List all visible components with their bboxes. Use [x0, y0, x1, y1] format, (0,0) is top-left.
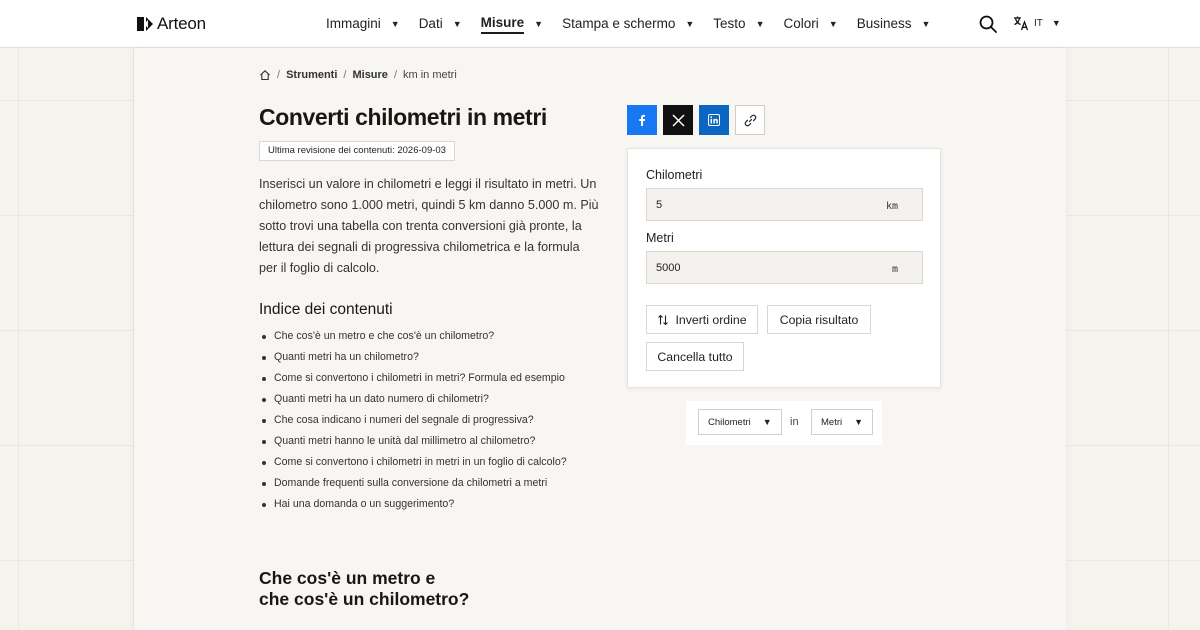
meters-input[interactable]: [647, 252, 877, 283]
to-unit-value: Metri: [821, 416, 843, 428]
nav-label: Dati: [418, 15, 443, 31]
share-facebook-button[interactable]: [627, 105, 657, 135]
kilometers-field: km: [646, 188, 923, 221]
toc-link[interactable]: Domande frequenti sulla conversione da c…: [259, 475, 567, 496]
nav-item-colori[interactable]: Colori ▼: [784, 16, 838, 33]
unit-selector: Chilometri ▼ in Metri ▼: [686, 401, 882, 445]
brand-logo[interactable]: Arteon: [137, 14, 206, 34]
swap-order-label: Inverti ordine: [675, 312, 747, 327]
breadcrumb-separator: /: [393, 69, 397, 81]
nav-label: Misure: [480, 15, 525, 34]
brand-name: Arteon: [157, 14, 206, 33]
nav-item-immagini[interactable]: Immagini ▼: [326, 16, 400, 33]
from-unit-value: Chilometri: [708, 416, 751, 428]
chevron-down-icon: ▼: [921, 19, 931, 29]
section-title-line: che cos'è un chilometro?: [259, 589, 470, 609]
nav-item-testo[interactable]: Testo ▼: [713, 16, 764, 33]
from-unit-select[interactable]: Chilometri ▼: [698, 409, 782, 435]
nav-label: Business: [856, 15, 912, 31]
search-icon[interactable]: [979, 15, 997, 33]
page-title: Converti chilometri in metri: [259, 104, 547, 130]
toc-link[interactable]: Come si convertono i chilometri in metri…: [259, 454, 567, 475]
chevron-down-icon: ▼: [828, 19, 838, 29]
toc-link[interactable]: Che cosa indicano i numeri del segnale d…: [259, 412, 567, 433]
chevron-down-icon: ▼: [1051, 18, 1061, 28]
breadcrumb-item-strumenti[interactable]: Strumenti: [286, 69, 337, 81]
chevron-down-icon: ▼: [685, 19, 695, 29]
section-title-line: Che cos'è un metro e: [259, 568, 436, 588]
chevron-down-icon: ▼: [534, 19, 544, 29]
toc-link[interactable]: Quanti metri ha un dato numero di chilom…: [259, 391, 567, 412]
toc-link[interactable]: Come si convertono i chilometri in metri…: [259, 370, 567, 391]
to-unit-select[interactable]: Metri ▼: [811, 409, 874, 435]
breadcrumb-separator: /: [277, 69, 281, 81]
site-header: Arteon Immagini ▼ Dati ▼ Misure ▼ Stampa…: [0, 0, 1200, 48]
copy-result-button[interactable]: Copia risultato: [767, 305, 871, 334]
toc-link[interactable]: Quanti metri hanno le unità dal millimet…: [259, 433, 567, 454]
toc-link[interactable]: Hai una domanda o un suggerimento?: [259, 496, 567, 517]
revision-badge: Ultima revisione dei contenuti: 2026-09-…: [259, 141, 455, 161]
nav-item-stampa-e-schermo[interactable]: Stampa e schermo ▼: [562, 16, 694, 33]
chevron-down-icon: ▼: [390, 19, 400, 29]
language-selector[interactable]: IT ▼: [1013, 15, 1061, 31]
nav-label: Stampa e schermo: [562, 15, 676, 31]
nav-label: Colori: [783, 15, 819, 31]
clear-all-button[interactable]: Cancella tutto: [646, 342, 744, 371]
translate-icon: [1014, 16, 1029, 31]
toc-link[interactable]: Che cos'è un metro e che cos'è un chilom…: [259, 328, 567, 349]
swap-order-button[interactable]: Inverti ordine: [646, 305, 758, 334]
to-field-label: Metri: [646, 231, 674, 245]
toc-title: Indice dei contenuti: [259, 301, 393, 318]
from-field-label: Chilometri: [646, 168, 703, 182]
intro-text: Inserisci un valore in chilometri e legg…: [259, 177, 599, 275]
nav-item-misure[interactable]: Misure ▼: [480, 15, 544, 34]
linkedin-icon: [708, 114, 720, 126]
nav-label: Immagini: [326, 15, 381, 31]
copy-link-button[interactable]: [735, 105, 765, 135]
main-nav: Immagini ▼ Dati ▼ Misure ▼ Stampa e sche…: [326, 0, 949, 48]
breadcrumb: / Strumenti / Misure / km in metri: [259, 69, 457, 81]
breadcrumb-current: km in metri: [403, 69, 457, 81]
link-icon: [744, 114, 756, 126]
nav-label: Testo: [713, 15, 746, 31]
logo-mark-icon: [137, 17, 153, 31]
kilometers-input[interactable]: [647, 189, 877, 220]
nav-item-business[interactable]: Business ▼: [857, 16, 931, 33]
meters-field: m: [646, 251, 923, 284]
unit-connector: in: [790, 416, 799, 428]
chevron-down-icon: ▼: [762, 417, 772, 427]
toc-link[interactable]: Quanti metri ha un chilometro?: [259, 349, 567, 370]
chevron-down-icon: ▼: [854, 417, 864, 427]
chevron-down-icon: ▼: [452, 19, 462, 29]
facebook-icon: [639, 114, 646, 126]
table-of-contents: Che cos'è un metro e che cos'è un chilom…: [259, 328, 567, 517]
swap-vertical-icon: [658, 314, 669, 325]
home-icon[interactable]: [259, 69, 271, 81]
kilometers-unit: km: [885, 201, 898, 212]
breadcrumb-item-misure[interactable]: Misure: [352, 69, 387, 81]
share-buttons: [627, 105, 765, 135]
language-code: IT: [1034, 17, 1043, 29]
share-x-button[interactable]: [663, 105, 693, 135]
share-linkedin-button[interactable]: [699, 105, 729, 135]
converter-card: Chilometri km Metri m Inverti ordine Cop…: [627, 148, 941, 388]
meters-unit: m: [891, 264, 898, 275]
x-icon: [671, 113, 685, 127]
nav-item-dati[interactable]: Dati ▼: [419, 16, 462, 33]
section-title: Che cos'è un metro e che cos'è un chilom…: [259, 568, 469, 610]
chevron-down-icon: ▼: [755, 19, 765, 29]
breadcrumb-separator: /: [343, 69, 347, 81]
